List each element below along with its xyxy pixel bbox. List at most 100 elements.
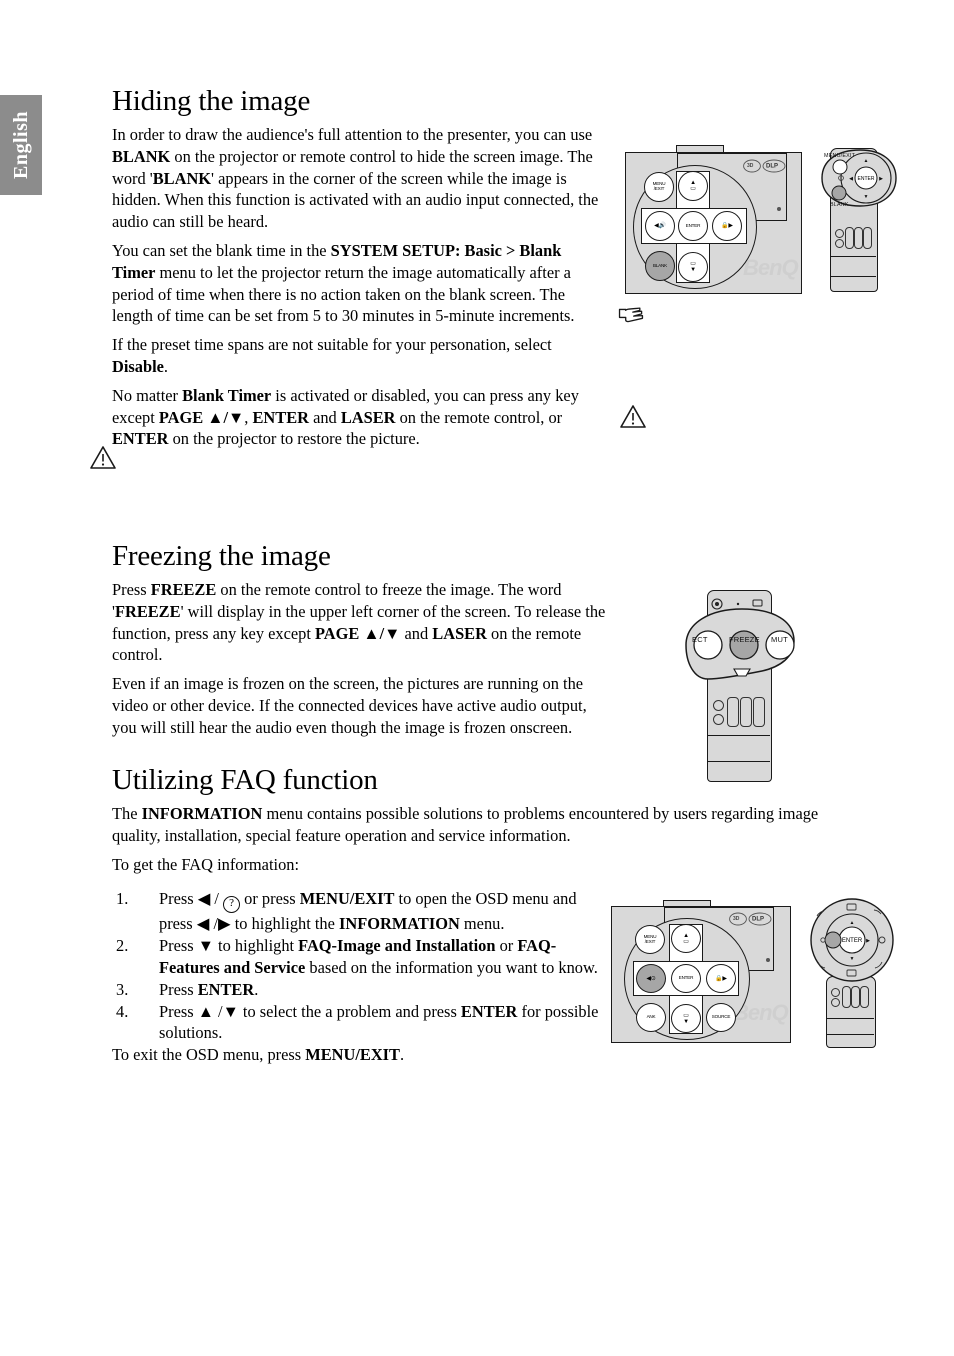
paragraph-faq-closing: To exit the OSD menu, press MENU/EXIT. bbox=[112, 1045, 405, 1065]
paragraph-hiding-1: In order to draw the audience's full att… bbox=[112, 124, 599, 232]
key-down-keystone-label: ▭ ▼ bbox=[690, 261, 696, 273]
illustration-remote-freeze: ECT FREEZE MUT bbox=[680, 585, 800, 785]
paragraph-faq-2: To get the FAQ information: bbox=[112, 854, 300, 874]
list-item-step-1: 1. Press ◀ / ? or press MENU/EXIT to ope… bbox=[112, 888, 604, 935]
key-faq-source[interactable]: SOURCE bbox=[706, 1003, 736, 1032]
key-menu-exit-label: MENU/EXIT bbox=[652, 181, 666, 191]
remote-freeze-mini-pill-1[interactable] bbox=[727, 697, 739, 727]
remote-freeze-label-select: ECT bbox=[692, 635, 708, 644]
svg-text:ENTER: ENTER bbox=[858, 176, 875, 182]
paragraph-faq-1: The INFORMATION menu contains possible s… bbox=[112, 803, 819, 845]
section-freezing-the-image: Freezing the image Press FREEZE on the r… bbox=[112, 540, 607, 746]
step-1-text: Press ◀ / ? or press MENU/EXIT to open t… bbox=[159, 889, 577, 934]
svg-text:▶: ▶ bbox=[879, 176, 883, 182]
remote-freeze-mini-btn-1[interactable] bbox=[713, 700, 724, 711]
remote-divider-1 bbox=[830, 256, 876, 257]
key-up-keystone[interactable]: ▲ ▭ bbox=[678, 171, 708, 201]
remote-mini-pill-2[interactable] bbox=[854, 227, 863, 249]
key-faq-left-help-label: ◀⊙ bbox=[646, 975, 656, 982]
key-faq-enter[interactable]: ENTER bbox=[671, 964, 701, 993]
svg-text:3D: 3D bbox=[747, 163, 754, 169]
list-item-step-3: 3. Press ENTER. bbox=[112, 979, 604, 1001]
svg-text:◀: ◀ bbox=[849, 176, 853, 182]
step-1-number: 1. bbox=[116, 889, 129, 909]
remote-freeze-label-mute: MUT bbox=[771, 635, 788, 644]
remote-callout-menu-exit-label: MENU/EXIT bbox=[824, 153, 856, 159]
remote-button-cluster bbox=[835, 224, 872, 250]
page-title-freezing: Freezing the image bbox=[112, 540, 331, 572]
key-left-volume[interactable]: ◀🔊 bbox=[645, 211, 675, 241]
key-down-keystone[interactable]: ▭ ▼ bbox=[678, 252, 708, 282]
step-2-number: 2. bbox=[116, 936, 129, 956]
key-faq-down-keystone[interactable]: ▭ ▼ bbox=[671, 1004, 701, 1033]
remote-freeze-divider-2 bbox=[707, 761, 770, 762]
remote-faq-divider-2 bbox=[826, 1034, 874, 1035]
remote-freeze-divider-1 bbox=[707, 735, 770, 736]
key-blank[interactable]: BLANK bbox=[645, 251, 675, 281]
dlp-badge-icon-faq: 3D DLP bbox=[729, 912, 773, 928]
svg-text:DLP: DLP bbox=[752, 917, 764, 923]
warning-triangle-icon bbox=[90, 446, 116, 469]
key-up-keystone-label: ▲ ▭ bbox=[690, 180, 696, 192]
key-faq-down-keystone-label: ▭ ▼ bbox=[683, 1012, 689, 1025]
pointing-hand-icon bbox=[618, 307, 644, 323]
remote-callout-magnifier: ENTER ▲ ▼ ◀ ▶ bbox=[821, 149, 897, 207]
remote-freeze-label-freeze: FREEZE bbox=[729, 635, 760, 644]
key-left-volume-label: ◀🔊 bbox=[654, 223, 666, 229]
key-faq-right-lock[interactable]: 🔒▶ bbox=[706, 964, 736, 993]
language-tab: English bbox=[0, 95, 42, 195]
illustration-projector-panel-faq: 3D DLP BenQ MENU/EXIT ▲ ▭ ◀⊙ ENTER 🔒▶ ANK… bbox=[611, 900, 796, 1045]
illustration-remote-blank: ENTER ▲ ▼ ◀ ▶ MENU/EXIT BLANK bbox=[818, 148, 898, 293]
section-hiding-the-image: Hiding the image In order to draw the au… bbox=[112, 85, 607, 457]
remote-mini-btn-2[interactable] bbox=[835, 239, 844, 248]
key-enter[interactable]: ENTER bbox=[678, 211, 708, 241]
paragraph-freezing-1: Press FREEZE on the remote control to fr… bbox=[112, 579, 606, 665]
remote-mini-btn-1[interactable] bbox=[835, 229, 844, 238]
remote-faq-mini-btn-1[interactable] bbox=[831, 988, 840, 997]
svg-text:ENTER: ENTER bbox=[842, 938, 863, 944]
remote-freeze-mini-btn-2[interactable] bbox=[713, 714, 724, 725]
remote-faq-callout-magnifier: ENTER ▲ ▼ ◀ ▶ bbox=[810, 898, 894, 982]
key-blank-label: BLANK bbox=[652, 262, 668, 268]
key-faq-blank[interactable]: ANK bbox=[636, 1003, 666, 1032]
illustration-remote-faq: ENTER ▲ ▼ ◀ ▶ bbox=[806, 898, 898, 1048]
remote-freeze-button-cluster bbox=[713, 693, 765, 731]
key-right-lock-label: 🔒▶ bbox=[721, 223, 733, 229]
remote-faq-mini-btn-2[interactable] bbox=[831, 998, 840, 1007]
svg-text:3D: 3D bbox=[733, 916, 740, 922]
power-indicator-led bbox=[777, 207, 781, 211]
remote-freeze-mini-pill-2[interactable] bbox=[740, 697, 752, 727]
step-4-text: Press ▲ /▼ to select the a problem and p… bbox=[159, 1001, 599, 1043]
key-faq-up-keystone[interactable]: ▲ ▭ bbox=[671, 924, 701, 953]
key-faq-menu-exit-label: MENU/EXIT bbox=[643, 933, 657, 944]
paragraph-hiding-2: You can set the blank time in the SYSTEM… bbox=[112, 240, 575, 326]
remote-callout-blank-label: BLANK bbox=[830, 202, 849, 208]
key-faq-source-label: SOURCE bbox=[711, 1014, 731, 1020]
remote-faq-mini-pill-3[interactable] bbox=[860, 986, 869, 1008]
svg-text:▼: ▼ bbox=[864, 195, 869, 200]
key-right-lock[interactable]: 🔒▶ bbox=[712, 211, 742, 241]
warning-triangle-icon-right bbox=[620, 405, 646, 428]
remote-faq-mini-pill-1[interactable] bbox=[842, 986, 851, 1008]
remote-divider-2 bbox=[830, 276, 876, 277]
key-menu-exit[interactable]: MENU/EXIT bbox=[644, 172, 674, 202]
remote-freeze-callout-magnifier bbox=[685, 608, 795, 680]
key-faq-left-help[interactable]: ◀⊙ bbox=[636, 964, 666, 993]
svg-text:▶: ▶ bbox=[866, 938, 870, 944]
remote-faq-divider-1 bbox=[826, 1018, 874, 1019]
benq-logo-watermark: BenQ bbox=[743, 255, 799, 280]
svg-text:▲: ▲ bbox=[864, 159, 869, 164]
key-faq-blank-label: ANK bbox=[646, 1014, 656, 1020]
remote-mini-pill-1[interactable] bbox=[845, 227, 854, 249]
svg-text:DLP: DLP bbox=[766, 164, 778, 170]
svg-text:▲: ▲ bbox=[850, 921, 855, 926]
remote-mini-pill-3[interactable] bbox=[863, 227, 872, 249]
step-3-text: Press ENTER. bbox=[159, 979, 259, 999]
paragraph-hiding-4: No matter Blank Timer is activated or di… bbox=[112, 385, 579, 449]
remote-freeze-mini-pill-3[interactable] bbox=[753, 697, 765, 727]
paragraph-hiding-3: If the preset time spans are not suitabl… bbox=[112, 335, 552, 377]
remote-faq-mini-pill-2[interactable] bbox=[851, 986, 860, 1008]
key-faq-menu-exit[interactable]: MENU/EXIT bbox=[635, 925, 665, 954]
list-item-step-4: 4. Press ▲ /▼ to select the a problem an… bbox=[112, 1001, 604, 1045]
paragraph-freezing-2: Even if an image is frozen on the screen… bbox=[112, 674, 587, 737]
